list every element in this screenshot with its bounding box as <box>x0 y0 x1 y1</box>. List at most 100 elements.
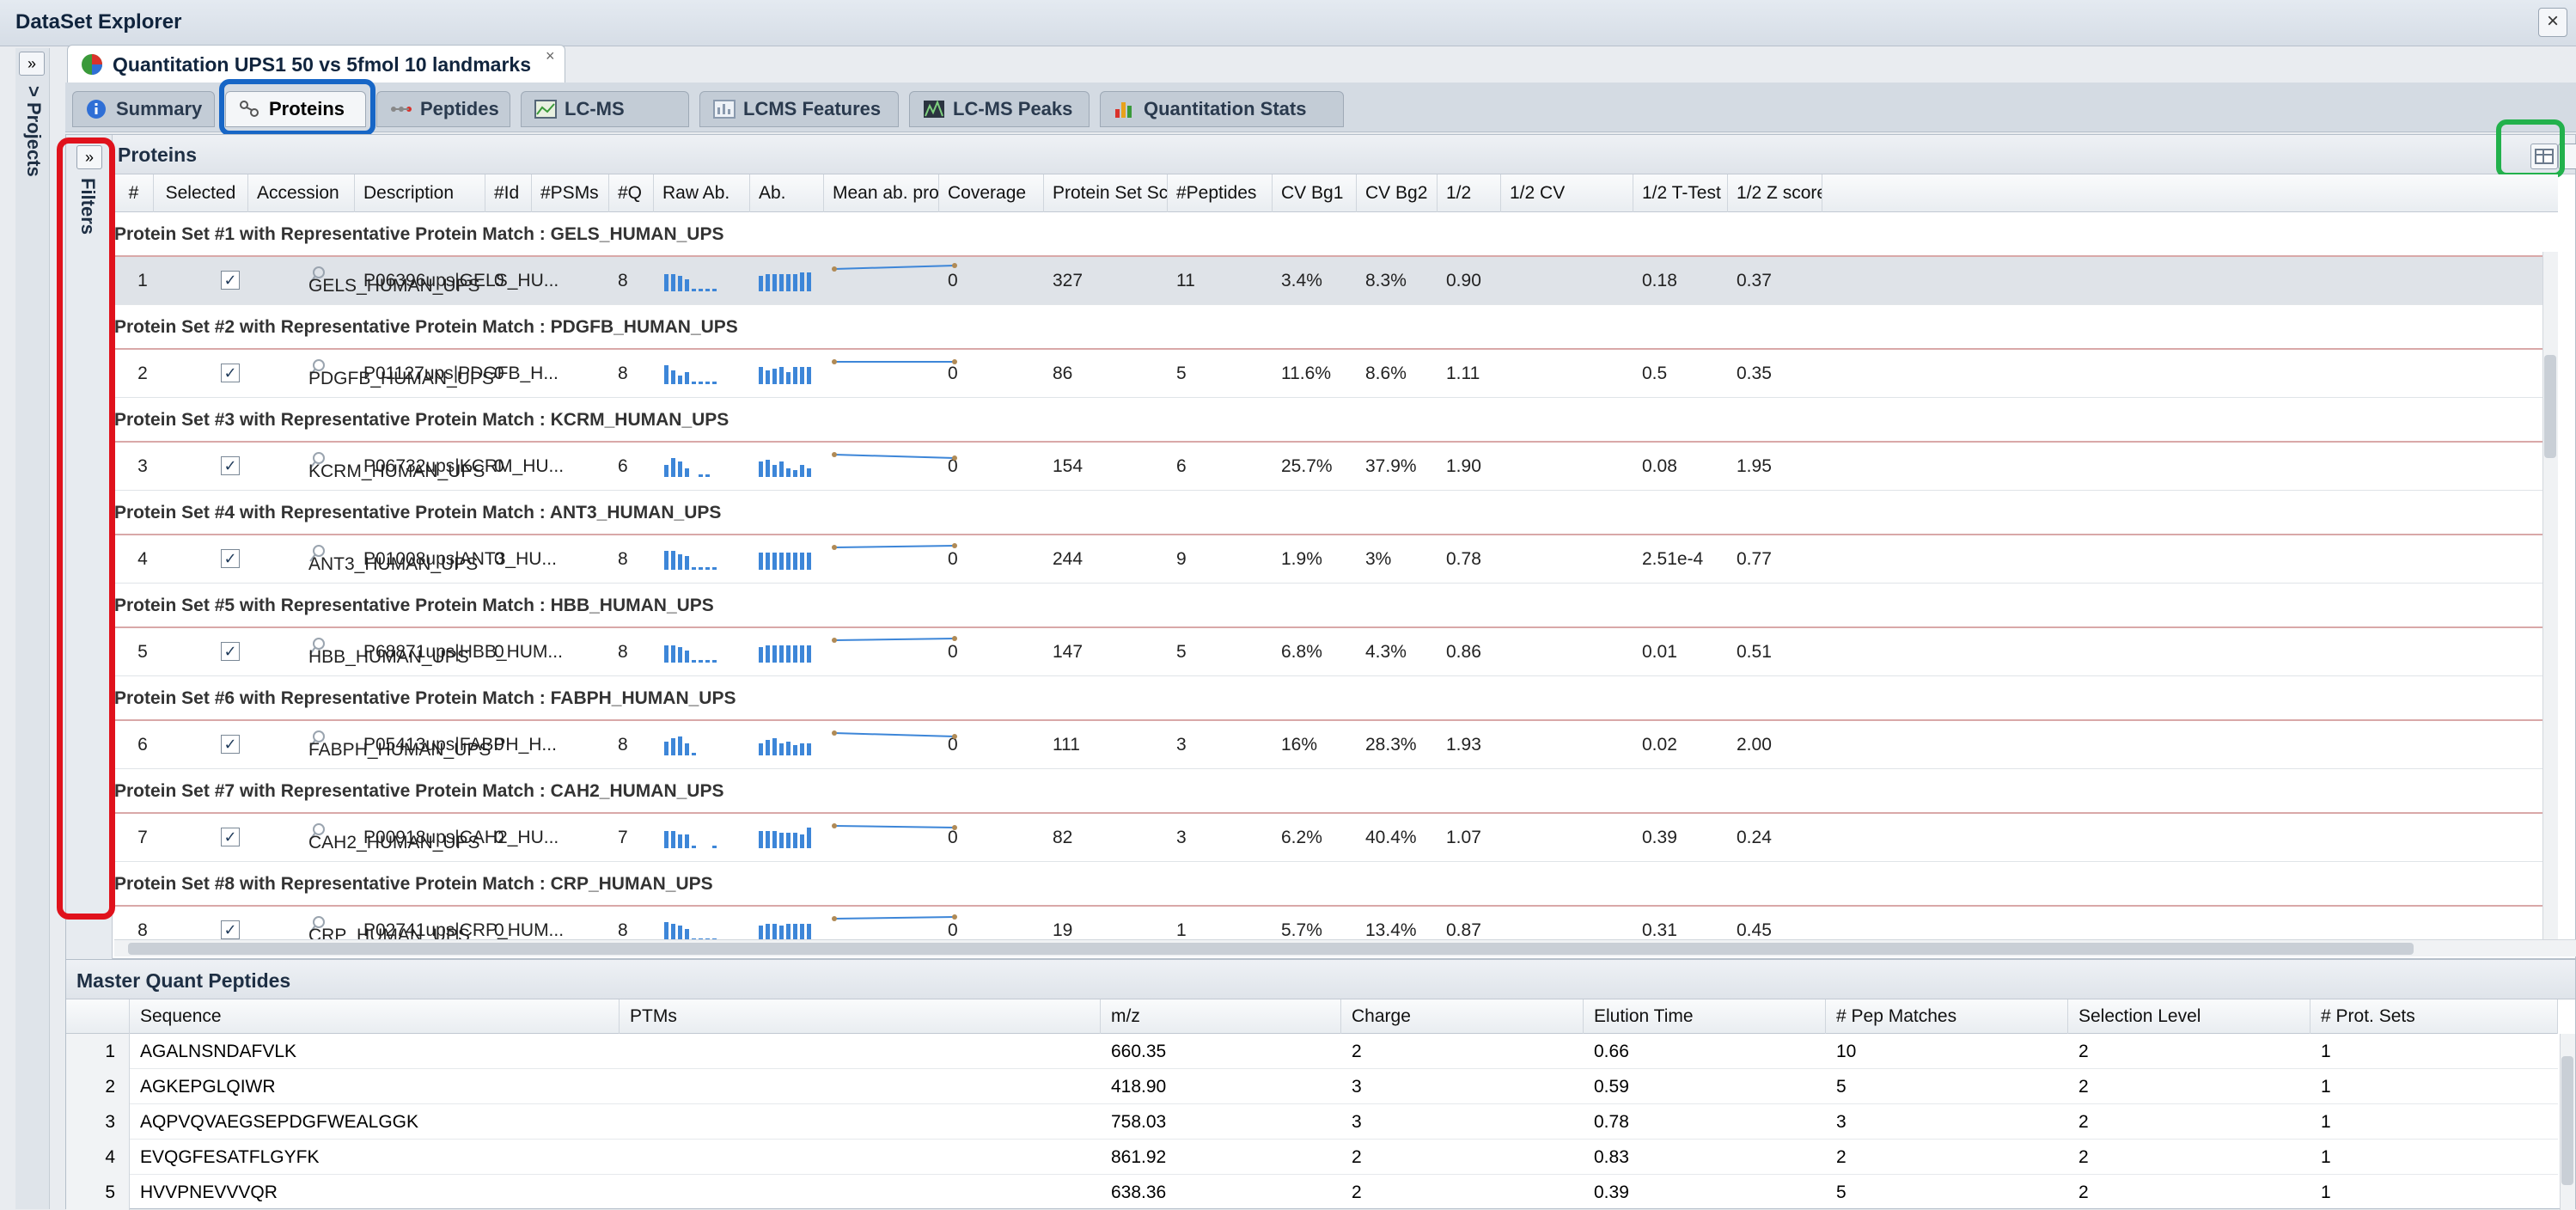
protein-cell-cv2: 3% <box>1365 549 1392 569</box>
protein-column-header[interactable]: Description <box>355 174 485 212</box>
protein-set-group-header[interactable]: Protein Set #6 with Representative Prote… <box>114 676 2558 721</box>
peptide-row[interactable]: 5 HVVPNEVVVQR 638.36 2 0.39 5 2 1 <box>66 1175 2558 1210</box>
raw-abundance-sparkline <box>664 645 717 663</box>
protein-column-header[interactable]: Mean ab. profile <box>824 174 939 212</box>
protein-set-group-header[interactable]: Protein Set #4 with Representative Prote… <box>114 491 2558 535</box>
protein-set-group-header[interactable]: Protein Set #5 with Representative Prote… <box>114 584 2558 628</box>
protein-cell-score: 19 <box>1053 920 1073 939</box>
tab-peptides[interactable]: Peptides <box>376 91 510 127</box>
protein-column-header[interactable]: #Peptides <box>1168 174 1273 212</box>
peptides-table-vertical-scrollbar[interactable] <box>2560 1034 2575 1210</box>
protein-cell-z: 0.24 <box>1737 828 1772 847</box>
peptide-cell-sequence: EVQGFESATFLGYFK <box>140 1147 320 1167</box>
peptide-column-header[interactable]: m/z <box>1101 999 1341 1034</box>
stats-chart-icon <box>1115 102 1132 118</box>
protein-cell-peptides: 9 <box>1176 549 1187 569</box>
document-tab[interactable]: Quantitation UPS1 50 vs 5fmol 10 landmar… <box>67 45 565 82</box>
peptide-cell-sequence: AQPVQVAEGSEPDGFWEALGGK <box>140 1112 419 1132</box>
protein-cell-description: P05413ups|FABPH_H... <box>363 735 557 755</box>
protein-cell-cv1: 25.7% <box>1281 456 1333 476</box>
tab-lcms-peaks[interactable]: LC-MS Peaks <box>909 91 1090 127</box>
protein-set-group-header[interactable]: Protein Set #2 with Representative Prote… <box>114 305 2558 350</box>
protein-column-header[interactable]: 1/2 T-Test p-value <box>1633 174 1728 212</box>
protein-column-header[interactable]: Protein Set Score <box>1044 174 1168 212</box>
peptide-column-header[interactable]: Elution Time <box>1584 999 1826 1034</box>
selected-checkbox[interactable]: ✓ <box>221 456 240 475</box>
protein-set-group-header[interactable]: Protein Set #8 with Representative Prote… <box>114 862 2558 907</box>
protein-row[interactable]: 6 ✓ FABPH_HUMAN_UPS P05413ups|FABPH_H... 0 8 0… <box>114 721 2558 769</box>
protein-table-horizontal-scrollbar[interactable] <box>114 939 2576 956</box>
protein-cell-ratio: 0.87 <box>1446 920 1481 939</box>
document-tab-close-button[interactable]: × <box>546 47 555 65</box>
peptide-column-header[interactable]: # Pep Matches <box>1826 999 2068 1034</box>
selected-checkbox[interactable]: ✓ <box>221 735 240 754</box>
protein-column-header[interactable]: Coverage <box>939 174 1044 212</box>
peptide-cell-charge: 2 <box>1352 1042 1362 1061</box>
protein-row[interactable]: 8 ✓ CRP_HUMAN_UPS P02741ups|CRP_HUM... 0 8 0 19… <box>114 907 2558 939</box>
peptide-cell-matches: 3 <box>1836 1112 1847 1132</box>
protein-table-vertical-scrollbar[interactable] <box>2542 252 2558 939</box>
selected-checkbox[interactable]: ✓ <box>221 920 240 939</box>
protein-row[interactable]: 7 ✓ CAH2_HUMAN_UPS P00918ups|CAH2_HU... 0 7 0 8… <box>114 814 2558 862</box>
protein-set-group-header[interactable]: Protein Set #1 with Representative Prote… <box>114 212 2558 257</box>
protein-set-group-header[interactable]: Protein Set #7 with Representative Prote… <box>114 769 2558 814</box>
protein-cell-ratio: 1.90 <box>1446 456 1481 476</box>
abundance-sparkline <box>759 645 811 663</box>
protein-column-header[interactable]: 1/2 Z score <box>1728 174 1822 212</box>
protein-column-header[interactable]: #Q <box>609 174 654 212</box>
protein-column-header[interactable]: 1/2 CV <box>1501 174 1633 212</box>
selected-checkbox[interactable]: ✓ <box>221 549 240 568</box>
protein-row[interactable]: 5 ✓ HBB_HUMAN_UPS P68871ups|HBB_HUM... 0 8 0 14… <box>114 628 2558 676</box>
protein-column-header[interactable]: # <box>114 174 154 212</box>
protein-column-header[interactable]: #PSMs <box>532 174 609 212</box>
projects-label[interactable]: > Projects <box>19 86 45 258</box>
protein-row[interactable]: 4 ✓ ANT3_HUMAN_UPS P01008ups|ANT3_HU... 0 8 0 2… <box>114 535 2558 584</box>
vertical-scroll-thumb[interactable] <box>2561 1056 2573 1185</box>
peptide-row[interactable]: 2 AGKEPGLQIWR 418.90 3 0.59 5 2 1 <box>66 1069 2558 1104</box>
tab-lcms-maps[interactable]: LC-MS Maps <box>521 91 689 154</box>
protein-cell-id: 0 <box>494 828 504 847</box>
projects-expand-button[interactable]: » <box>19 52 45 76</box>
protein-cell-peptides: 6 <box>1176 456 1187 476</box>
protein-cell-pval: 0.18 <box>1642 271 1677 290</box>
protein-set-group-header[interactable]: Protein Set #3 with Representative Prote… <box>114 398 2558 443</box>
protein-column-header[interactable]: Raw Ab. <box>654 174 750 212</box>
mean-abundance-profile <box>832 452 957 461</box>
protein-column-header[interactable]: Selected <box>154 174 248 212</box>
peptide-cell-sequence: HVVPNEVVVQR <box>140 1182 278 1202</box>
mean-abundance-profile <box>832 359 957 364</box>
peptide-row[interactable]: 3 AQPVQVAEGSEPDGFWEALGGK 758.03 3 0.78 3 2 1 <box>66 1104 2558 1140</box>
protein-column-header[interactable]: Ab. <box>750 174 824 212</box>
tab-quantitation-stats[interactable]: Quantitation Stats <box>1100 91 1344 127</box>
vertical-scroll-thumb[interactable] <box>2544 355 2556 458</box>
peptide-column-header[interactable]: Charge <box>1341 999 1584 1034</box>
peptide-row[interactable]: 4 EVQGFESATFLGYFK 861.92 2 0.83 2 2 1 <box>66 1140 2558 1175</box>
protein-column-header[interactable]: CV Bg2 <box>1357 174 1438 212</box>
window-close-button[interactable]: × <box>2538 8 2567 37</box>
selected-checkbox[interactable]: ✓ <box>221 642 240 661</box>
peptide-column-header[interactable]: # Prot. Sets <box>2310 999 2558 1034</box>
peptide-column-header[interactable]: Selection Level <box>2068 999 2310 1034</box>
tab-lcms-features[interactable]: LCMS Features <box>699 91 899 127</box>
peptide-column-header[interactable]: Sequence <box>130 999 620 1034</box>
protein-column-header[interactable]: CV Bg1 <box>1273 174 1357 212</box>
raw-abundance-sparkline <box>664 458 710 477</box>
tab-lcms-peaks-label: LC-MS Peaks <box>953 98 1073 119</box>
features-icon <box>713 100 736 119</box>
peptide-row[interactable]: 1 AGALNSNDAFVLK 660.35 2 0.66 10 2 1 <box>66 1034 2558 1069</box>
protein-column-header[interactable]: Accession <box>248 174 355 212</box>
protein-row[interactable]: 1 ✓ GELS_HUMAN_UPS P06396ups|GELS_HU... 0 8 0 3… <box>114 257 2558 305</box>
protein-cell-cv1: 16% <box>1281 735 1318 755</box>
selected-checkbox[interactable]: ✓ <box>221 271 240 290</box>
peptide-cell-elution: 0.39 <box>1594 1182 1629 1202</box>
protein-column-header[interactable]: #Id <box>485 174 532 212</box>
protein-row[interactable]: 2 ✓ PDGFB_HUMAN_UPS P01127ups|PDGFB_H... 0 8 0… <box>114 350 2558 398</box>
selected-checkbox[interactable]: ✓ <box>221 364 240 382</box>
protein-row[interactable]: 3 ✓ KCRM_HUMAN_UPS P06732ups|KCRM_HU... 0 6 0 1… <box>114 443 2558 491</box>
selected-checkbox[interactable]: ✓ <box>221 828 240 846</box>
tab-summary[interactable]: Summary <box>72 91 215 127</box>
horizontal-scroll-thumb[interactable] <box>128 943 2414 955</box>
peptide-column-header[interactable]: PTMs <box>620 999 1101 1034</box>
protein-column-header[interactable]: 1/2 <box>1438 174 1501 212</box>
peptide-cell-mz: 758.03 <box>1111 1112 1167 1132</box>
